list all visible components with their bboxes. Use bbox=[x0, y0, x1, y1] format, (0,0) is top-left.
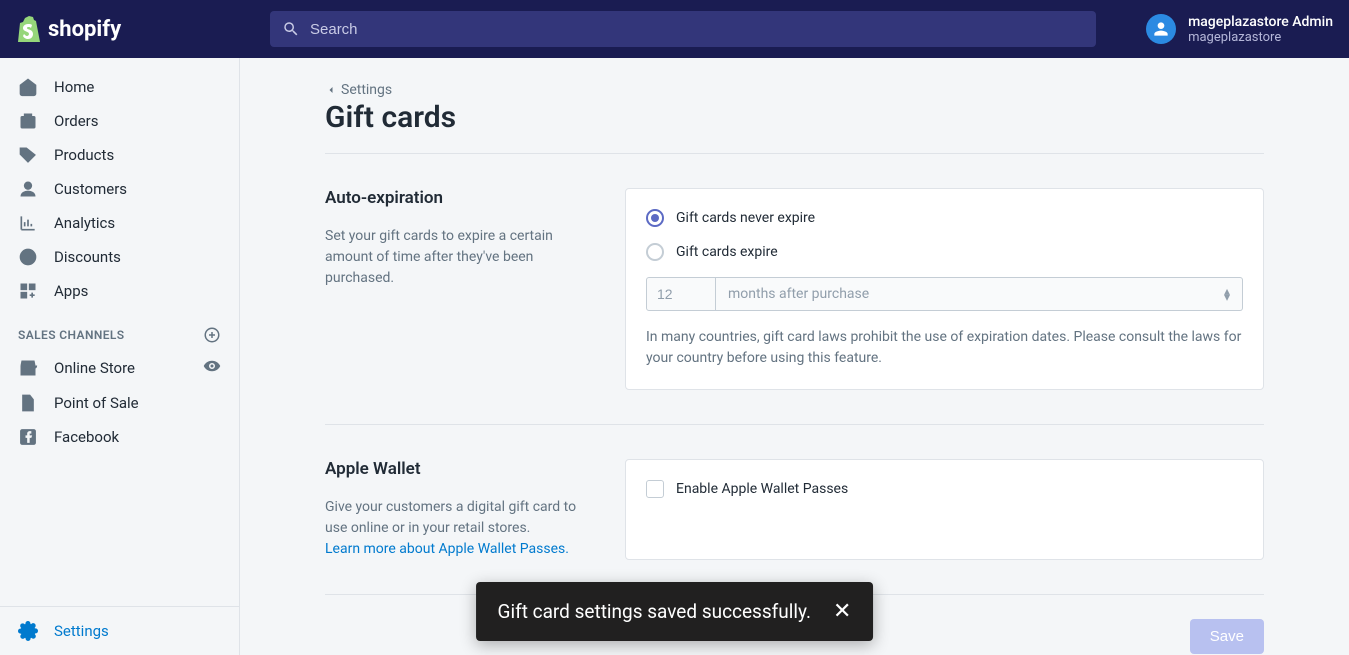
apple-wallet-link[interactable]: Learn more about Apple Wallet Passes. bbox=[325, 541, 569, 557]
sidebar-channel-facebook[interactable]: Facebook bbox=[0, 420, 239, 454]
analytics-icon bbox=[18, 213, 38, 233]
radio-label: Gift cards expire bbox=[676, 244, 778, 260]
breadcrumb[interactable]: Settings bbox=[325, 82, 1264, 98]
facebook-icon bbox=[18, 427, 38, 447]
enable-apple-wallet-row[interactable]: Enable Apple Wallet Passes bbox=[646, 480, 1243, 498]
avatar bbox=[1146, 14, 1176, 44]
breadcrumb-text: Settings bbox=[341, 82, 392, 98]
shopify-bag-icon bbox=[16, 16, 40, 42]
radio-icon[interactable] bbox=[646, 209, 664, 227]
sidebar-item-settings[interactable]: Settings bbox=[0, 607, 239, 655]
expire-duration-row: months after purchase ▴▾ bbox=[646, 277, 1243, 311]
sidebar-item-label: Home bbox=[54, 78, 94, 96]
duration-unit-select[interactable]: months after purchase ▴▾ bbox=[716, 277, 1243, 311]
sidebar: Home Orders Products Customers Analytics… bbox=[0, 58, 240, 655]
sidebar-item-discounts[interactable]: Discounts bbox=[0, 240, 239, 274]
sidebar-item-label: Orders bbox=[54, 112, 99, 130]
topbar: shopify mageplazastore Admin mageplazast… bbox=[0, 0, 1349, 58]
apps-icon bbox=[18, 281, 38, 301]
customers-icon bbox=[18, 179, 38, 199]
sidebar-item-home[interactable]: Home bbox=[0, 70, 239, 104]
search-bar[interactable] bbox=[270, 11, 1096, 47]
sidebar-item-label: Customers bbox=[54, 180, 127, 198]
save-button[interactable]: Save bbox=[1190, 619, 1264, 654]
orders-icon bbox=[18, 111, 38, 131]
sidebar-item-customers[interactable]: Customers bbox=[0, 172, 239, 206]
home-icon bbox=[18, 77, 38, 97]
page-title: Gift cards bbox=[325, 100, 1264, 154]
select-value: months after purchase bbox=[728, 286, 869, 302]
toast: Gift card settings saved successfully. ✕ bbox=[476, 582, 874, 641]
radio-never-expire[interactable]: Gift cards never expire bbox=[646, 209, 1243, 227]
store-name: mageplazastore bbox=[1188, 30, 1333, 45]
desc-text: Give your customers a digital gift card … bbox=[325, 499, 576, 536]
section-title: Auto-expiration bbox=[325, 188, 597, 208]
chevron-left-icon bbox=[325, 84, 337, 96]
sidebar-item-label: Apps bbox=[54, 282, 88, 300]
sidebar-item-analytics[interactable]: Analytics bbox=[0, 206, 239, 240]
helper-text: In many countries, gift card laws prohib… bbox=[646, 327, 1243, 369]
section-apple-wallet: Apple Wallet Give your customers a digit… bbox=[325, 459, 1264, 595]
sidebar-settings-label: Settings bbox=[54, 622, 109, 640]
search-wrap bbox=[240, 11, 1126, 47]
brand-text: shopify bbox=[48, 17, 121, 42]
toast-close-icon[interactable]: ✕ bbox=[833, 601, 851, 623]
sidebar-item-orders[interactable]: Orders bbox=[0, 104, 239, 138]
user-text: mageplazastore Admin mageplazastore bbox=[1188, 14, 1333, 45]
section-auto-expiration: Auto-expiration Set your gift cards to e… bbox=[325, 188, 1264, 425]
view-store-icon[interactable] bbox=[203, 357, 221, 379]
apple-wallet-card: Enable Apple Wallet Passes bbox=[625, 459, 1264, 560]
sales-channels-heading: SALES CHANNELS bbox=[0, 308, 239, 350]
brand-logo[interactable]: shopify bbox=[16, 16, 240, 42]
sidebar-item-label: Analytics bbox=[54, 214, 115, 232]
sidebar-channel-label: Point of Sale bbox=[54, 394, 139, 412]
section-desc: Set your gift cards to expire a certain … bbox=[325, 226, 597, 289]
search-icon bbox=[282, 20, 300, 38]
duration-input[interactable] bbox=[646, 277, 716, 311]
main-content: Settings Gift cards Auto-expiration Set … bbox=[240, 58, 1349, 655]
checkbox-label: Enable Apple Wallet Passes bbox=[676, 481, 848, 497]
section-left: Auto-expiration Set your gift cards to e… bbox=[325, 188, 625, 390]
radio-icon[interactable] bbox=[646, 243, 664, 261]
products-icon bbox=[18, 145, 38, 165]
sidebar-channel-online-store[interactable]: Online Store bbox=[0, 350, 239, 386]
pos-icon bbox=[18, 393, 38, 413]
sidebar-item-label: Products bbox=[54, 146, 114, 164]
user-menu[interactable]: mageplazastore Admin mageplazastore bbox=[1146, 14, 1333, 45]
sidebar-channel-pos[interactable]: Point of Sale bbox=[0, 386, 239, 420]
toast-message: Gift card settings saved successfully. bbox=[498, 600, 811, 623]
sidebar-item-apps[interactable]: Apps bbox=[0, 274, 239, 308]
sidebar-item-label: Discounts bbox=[54, 248, 121, 266]
auto-expiration-card: Gift cards never expire Gift cards expir… bbox=[625, 188, 1264, 390]
settings-icon bbox=[18, 621, 38, 641]
checkbox-icon[interactable] bbox=[646, 480, 664, 498]
sidebar-bottom: Settings bbox=[0, 606, 239, 655]
radio-label: Gift cards never expire bbox=[676, 210, 815, 226]
user-name: mageplazastore Admin bbox=[1188, 14, 1333, 30]
channels-heading-text: SALES CHANNELS bbox=[18, 328, 125, 342]
sidebar-channel-label: Facebook bbox=[54, 428, 119, 446]
sidebar-channel-label: Online Store bbox=[54, 359, 135, 377]
add-channel-icon[interactable] bbox=[203, 326, 221, 344]
section-title: Apple Wallet bbox=[325, 459, 597, 479]
section-left: Apple Wallet Give your customers a digit… bbox=[325, 459, 625, 560]
discounts-icon bbox=[18, 247, 38, 267]
sidebar-item-products[interactable]: Products bbox=[0, 138, 239, 172]
avatar-icon bbox=[1151, 19, 1171, 39]
section-desc: Give your customers a digital gift card … bbox=[325, 497, 597, 560]
radio-expire[interactable]: Gift cards expire bbox=[646, 243, 1243, 261]
select-chevron-icon: ▴▾ bbox=[1224, 288, 1230, 300]
search-input[interactable] bbox=[310, 21, 1084, 38]
online-store-icon bbox=[18, 358, 38, 378]
